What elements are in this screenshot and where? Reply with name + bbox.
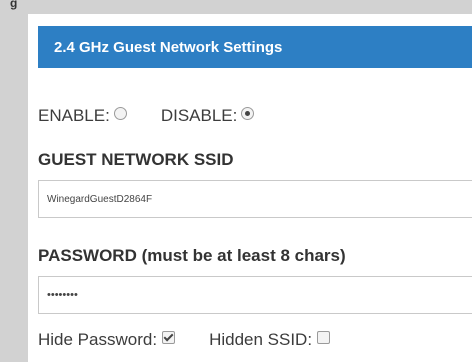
- enable-label: ENABLE:: [38, 106, 110, 125]
- guest-network-panel: 2.4 GHz Guest Network Settings ENABLE: D…: [28, 14, 472, 362]
- hidden-ssid-label: Hidden SSID:: [209, 330, 313, 349]
- panel-header: 2.4 GHz Guest Network Settings: [38, 26, 472, 68]
- enable-radio[interactable]: [113, 106, 127, 120]
- ssid-input[interactable]: WinegardGuestD2864F: [38, 180, 472, 218]
- hide-password-checkbox[interactable]: [162, 330, 176, 344]
- enable-disable-row: ENABLE: DISABLE:: [38, 106, 255, 126]
- hide-password-label: Hide Password:: [38, 330, 158, 349]
- password-value: ••••••••: [47, 289, 78, 301]
- panel-title: 2.4 GHz Guest Network Settings: [54, 38, 283, 56]
- ssid-value: WinegardGuestD2864F: [47, 193, 153, 205]
- top-strip: g: [0, 0, 472, 14]
- hidden-ssid-checkbox[interactable]: [317, 330, 331, 344]
- disable-label: DISABLE:: [160, 106, 238, 125]
- password-label: PASSWORD (must be at least 8 chars): [38, 246, 346, 265]
- options-row: Hide Password: Hidden SSID:: [38, 330, 331, 350]
- disable-radio[interactable]: [241, 106, 255, 120]
- ssid-label: GUEST NETWORK SSID: [38, 150, 234, 169]
- cropped-heading-fragment: g: [10, 0, 18, 10]
- password-input[interactable]: ••••••••: [38, 276, 472, 314]
